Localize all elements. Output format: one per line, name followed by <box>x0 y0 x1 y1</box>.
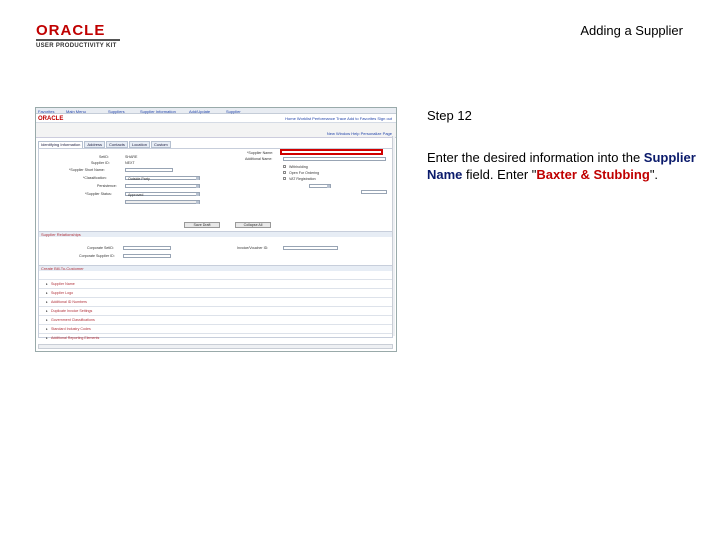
classification-label: *Classification: <box>83 176 107 180</box>
vat-registration-checkbox[interactable] <box>283 177 286 180</box>
row-label: Supplier Name <box>51 282 75 286</box>
header-links[interactable]: Home Worklist Performance Trace Add to F… <box>285 116 392 121</box>
supplier-name-input[interactable] <box>280 149 383 155</box>
expand-icon: ▸ <box>46 291 48 295</box>
oracle-upk-logo: ORACLE USER PRODUCTIVITY KIT <box>36 22 126 49</box>
tax-id-input[interactable] <box>361 190 387 194</box>
create-bill-to-header[interactable]: Create Bill-To-Customer <box>39 265 392 271</box>
additional-name-input[interactable] <box>283 157 386 161</box>
setid-label: SetID: <box>99 155 109 159</box>
row-label: Standard Industry Codes <box>51 327 91 331</box>
logo-brand: ORACLE <box>36 22 106 39</box>
application-screenshot: Favorites Main Menu Suppliers Supplier I… <box>35 107 397 352</box>
disabled-select <box>125 200 200 204</box>
expand-icon: ▸ <box>46 309 48 313</box>
tab-contacts[interactable]: Contacts <box>106 141 128 148</box>
supplier-status-label: *Supplier Status: <box>85 192 112 196</box>
expand-icon: ▸ <box>46 336 48 340</box>
corporate-supplier-id-label: Corporate Supplier ID: <box>79 254 115 258</box>
list-item[interactable]: ▸ Supplier Name <box>39 279 392 287</box>
instruction-part1: Enter the desired information into the <box>427 150 644 165</box>
tab-address[interactable]: Address <box>84 141 106 148</box>
instruction-text: Enter the desired information into the S… <box>427 149 707 183</box>
row-label: Supplier Logo <box>51 291 74 295</box>
open-for-ordering-label: Open For Ordering <box>289 171 320 175</box>
supplier-id-label: Supplier ID: <box>91 161 110 165</box>
page-nav-links[interactable]: New Window Help Personalize Page <box>327 131 392 136</box>
expand-icon: ▸ <box>46 327 48 331</box>
supplier-short-name-input[interactable] <box>125 168 173 172</box>
row-label: Duplicate Invoice Settings <box>51 309 93 313</box>
tab-identifying-information[interactable]: Identifying Information <box>38 141 84 148</box>
tab-custom[interactable]: Custom <box>150 141 171 148</box>
instruction-part3: ". <box>649 167 659 182</box>
open-for-ordering-checkbox[interactable] <box>283 171 286 174</box>
supplier-id-value: NEXT <box>125 161 135 165</box>
supplier-sub-select[interactable] <box>309 184 331 188</box>
page-nav-bar: New Window Help Personalize Page <box>36 123 396 138</box>
logo-kit: USER PRODUCTIVITY KIT <box>36 43 117 49</box>
list-item[interactable]: ▸ Government Classifications <box>39 315 392 323</box>
persistence-select[interactable] <box>125 184 200 188</box>
tab-location[interactable]: Location <box>128 141 150 148</box>
corporate-setid-label: Corporate SetID: <box>87 246 114 250</box>
additional-name-label: Additional Name: <box>245 157 273 161</box>
row-label: Additional ID Numbers <box>51 300 87 304</box>
expand-icon: ▸ <box>46 300 48 304</box>
vat-registration-label: VAT Registration <box>289 177 316 181</box>
expand-icon: ▸ <box>46 318 48 322</box>
page-tabs: Identifying Information Address Contacts Lo… <box>38 141 172 148</box>
corporate-setid-input[interactable] <box>123 246 171 250</box>
supplier-status-value: Approved <box>128 193 144 197</box>
slide-title: Adding a Supplier <box>580 23 683 38</box>
identifying-info-panel: SetID: SHARE Supplier ID: NEXT *Supplier… <box>38 148 393 341</box>
app-brand: ORACLE <box>38 116 64 122</box>
instruction-part2: field. Enter " <box>462 167 537 182</box>
supplier-relationships-header[interactable]: Supplier Relationships <box>39 231 392 237</box>
expand-icon: ▸ <box>46 282 48 286</box>
app-brand-bar: ORACLE Home Worklist Performance Trace A… <box>36 114 396 123</box>
logo-rule <box>36 39 120 41</box>
list-item[interactable]: ▸ Supplier Logo <box>39 288 392 296</box>
supplier-status-select[interactable]: Approved <box>125 192 200 197</box>
setid-value: SHARE <box>125 155 138 159</box>
list-item[interactable]: ▸ Standard Industry Codes <box>39 324 392 332</box>
classification-value: Outside Party <box>128 177 150 181</box>
row-label: Additional Reporting Elements <box>51 336 100 340</box>
withholding-checkbox[interactable] <box>283 165 286 168</box>
vertical-scrollbar[interactable] <box>392 136 395 336</box>
supplier-short-name-label: *Supplier Short Name: <box>69 168 105 172</box>
supplier-name-label: *Supplier Name: <box>247 151 274 155</box>
instruction-value: Baxter & Stubbing <box>536 167 650 182</box>
persistence-label: Persistence: <box>97 184 117 188</box>
collapse-all-button[interactable]: Collapse All <box>235 222 271 228</box>
save-draft-button[interactable]: Save Draft <box>184 222 220 228</box>
list-item[interactable]: ▸ Additional ID Numbers <box>39 297 392 305</box>
list-item[interactable]: ▸ Additional Reporting Elements <box>39 333 392 341</box>
invoice-label: Invoice/Voucher ID: <box>237 246 269 250</box>
withholding-label: Withholding <box>289 165 308 169</box>
row-label: Government Classifications <box>51 318 95 322</box>
corporate-supplier-id-input[interactable] <box>123 254 171 258</box>
invoice-input[interactable] <box>283 246 338 250</box>
step-label: Step 12 <box>427 108 472 123</box>
list-item[interactable]: ▸ Duplicate Invoice Settings <box>39 306 392 314</box>
classification-select[interactable]: Outside Party <box>125 176 200 181</box>
horizontal-scrollbar[interactable] <box>38 344 393 349</box>
